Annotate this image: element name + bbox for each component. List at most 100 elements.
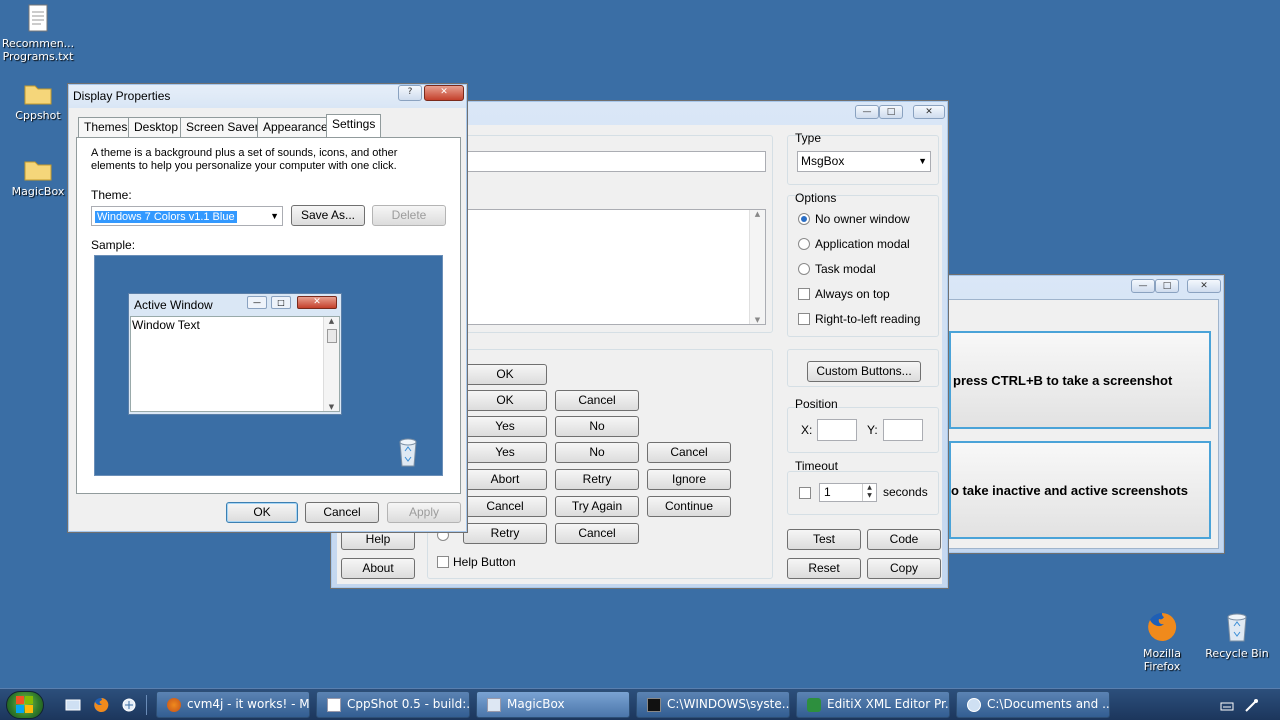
close-button[interactable]: ✕ (913, 105, 945, 119)
tab-desktop[interactable]: Desktop (128, 117, 185, 137)
type-value: MsgBox (801, 154, 845, 168)
seconds-label: seconds (883, 485, 928, 499)
help-icon[interactable]: ? (398, 85, 422, 101)
title-input[interactable] (431, 151, 766, 172)
buttons-rc-cancel[interactable]: Cancel (555, 523, 639, 544)
desktop-icon-label: Mozilla Firefox (1143, 647, 1181, 673)
explorer-icon (967, 698, 981, 712)
recycle-bin-icon (399, 438, 417, 467)
buttons-ok[interactable]: OK (463, 364, 547, 385)
buttons-ari-abort[interactable]: Abort (463, 469, 547, 490)
message-textarea[interactable]: ▲ ▼ (431, 209, 766, 325)
custom-buttons-button[interactable]: Custom Buttons... (807, 361, 921, 382)
minimize-button[interactable]: — (855, 105, 879, 119)
show-desktop-icon[interactable] (65, 697, 81, 713)
firefox-icon[interactable] (93, 697, 109, 713)
maximize-button[interactable]: □ (879, 105, 903, 119)
maximize-button[interactable]: □ (1155, 279, 1179, 293)
taskbar-item-label: cvm4j - it works! - M... (187, 697, 310, 711)
start-button[interactable] (6, 691, 44, 719)
desktop-icon-label: Recommen... Programs.txt (1, 37, 75, 63)
reset-button[interactable]: Reset (787, 558, 861, 579)
always-on-top-label: Always on top (815, 287, 890, 301)
timeout-spinner[interactable]: 1 ▲ ▼ (819, 483, 877, 502)
network-icon[interactable] (1244, 699, 1258, 713)
cancel-button[interactable]: Cancel (305, 502, 379, 523)
buttons-okcancel-cancel[interactable]: Cancel (555, 390, 639, 411)
desktop-icon-recycle-bin[interactable]: Recycle Bin (1199, 610, 1275, 660)
buttons-yesno-no[interactable]: No (555, 416, 639, 437)
buttons-ync-cancel[interactable]: Cancel (647, 442, 731, 463)
buttons-ari-retry[interactable]: Retry (555, 469, 639, 490)
timeout-checkbox[interactable] (799, 487, 811, 499)
theme-select[interactable]: Windows 7 Colors v1.1 Blue ▼ (91, 206, 283, 226)
buttons-ync-yes[interactable]: Yes (463, 442, 547, 463)
taskbar-item-editix[interactable]: EditiX XML Editor Pr... (796, 691, 950, 718)
rtl-reading-checkbox[interactable] (798, 313, 810, 325)
buttons-ctc-cancel[interactable]: Cancel (463, 496, 547, 517)
no-owner-radio[interactable] (798, 213, 810, 225)
desktop-icon-label: Cppshot (15, 109, 61, 122)
maximize-icon: □ (271, 296, 291, 309)
desktop-icon-label: Recycle Bin (1205, 647, 1269, 660)
explorer-icon[interactable] (121, 697, 137, 713)
tab-appearance[interactable]: Appearance (257, 117, 334, 137)
desktop-icon-recommended-programs[interactable]: Recommen... Programs.txt (0, 4, 76, 63)
quicklaunch-separator (146, 695, 147, 715)
tab-settings[interactable]: Settings (326, 114, 382, 137)
buttons-ync-no[interactable]: No (555, 442, 639, 463)
buttons-okcancel-ok[interactable]: OK (463, 390, 547, 411)
tab-strip: Themes Desktop Screen Saver Appearance S… (76, 114, 466, 137)
tab-themes[interactable]: Themes (78, 117, 134, 137)
sample-window-body: Window Text ▲ ▼ (130, 316, 340, 412)
y-input[interactable] (883, 419, 923, 441)
about-button[interactable]: About (341, 558, 415, 579)
taskbar-item-console[interactable]: C:\WINDOWS\syste... (636, 691, 790, 718)
copy-button[interactable]: Copy (867, 558, 941, 579)
spinner-arrows-icon[interactable]: ▲ ▼ (862, 484, 876, 501)
screenshot-hint-button[interactable]: press CTRL+B to take a screenshot (949, 331, 1211, 429)
taskbar-item-cppshot[interactable]: CppShot 0.5 - build:... (316, 691, 470, 718)
cppshot-window: — □ ✕ press CTRL+B to take a screenshot … (940, 274, 1225, 554)
ok-button[interactable]: OK (226, 502, 298, 523)
buttons-ctc-tryagain[interactable]: Try Again (555, 496, 639, 517)
x-input[interactable] (817, 419, 857, 441)
desktop-icon-firefox[interactable]: Mozilla Firefox (1124, 610, 1200, 673)
test-button[interactable]: Test (787, 529, 861, 550)
keyboard-icon[interactable] (1220, 700, 1234, 712)
minimize-button[interactable]: — (1131, 279, 1155, 293)
desktop-icon-magicbox[interactable]: MagicBox (0, 156, 76, 198)
inactive-active-hint-button[interactable]: o take inactive and active screenshots (949, 441, 1211, 539)
taskbar-item-firefox[interactable]: cvm4j - it works! - M... (156, 691, 310, 718)
taskbar-item-label: C:\WINDOWS\syste... (667, 697, 790, 711)
type-select[interactable]: MsgBox ▼ (797, 151, 931, 172)
taskbar-item-magicbox[interactable]: MagicBox (476, 691, 630, 718)
scrollbar[interactable]: ▲ ▼ (749, 210, 765, 324)
close-button[interactable]: ✕ (424, 85, 464, 101)
desktop-icon-label: MagicBox (11, 185, 65, 198)
help-button-checkbox[interactable] (437, 556, 449, 568)
timeout-label: Timeout (795, 459, 838, 473)
recycle-bin-icon (1227, 613, 1247, 642)
buttons-ari-ignore[interactable]: Ignore (647, 469, 731, 490)
firefox-icon (167, 698, 181, 712)
taskbar-item-label: CppShot 0.5 - build:... (347, 697, 470, 711)
window-icon (487, 698, 501, 712)
theme-label: Theme: (91, 188, 132, 202)
folder-icon (24, 85, 52, 105)
task-modal-radio[interactable] (798, 263, 810, 275)
always-on-top-checkbox[interactable] (798, 288, 810, 300)
buttons-yesno-yes[interactable]: Yes (463, 416, 547, 437)
app-modal-radio[interactable] (798, 238, 810, 250)
tab-screen-saver[interactable]: Screen Saver (180, 117, 265, 137)
taskbar-item-label: C:\Documents and ... (987, 697, 1110, 711)
minimize-icon: — (247, 296, 267, 309)
desktop-icon-cppshot[interactable]: Cppshot (0, 80, 76, 122)
buttons-ctc-continue[interactable]: Continue (647, 496, 731, 517)
sample-label: Sample: (91, 238, 136, 252)
taskbar-item-explorer[interactable]: C:\Documents and ... (956, 691, 1110, 718)
save-as-button[interactable]: Save As... (291, 205, 365, 226)
code-button[interactable]: Code (867, 529, 941, 550)
close-button[interactable]: ✕ (1187, 279, 1221, 293)
buttons-rc-retry[interactable]: Retry (463, 523, 547, 544)
